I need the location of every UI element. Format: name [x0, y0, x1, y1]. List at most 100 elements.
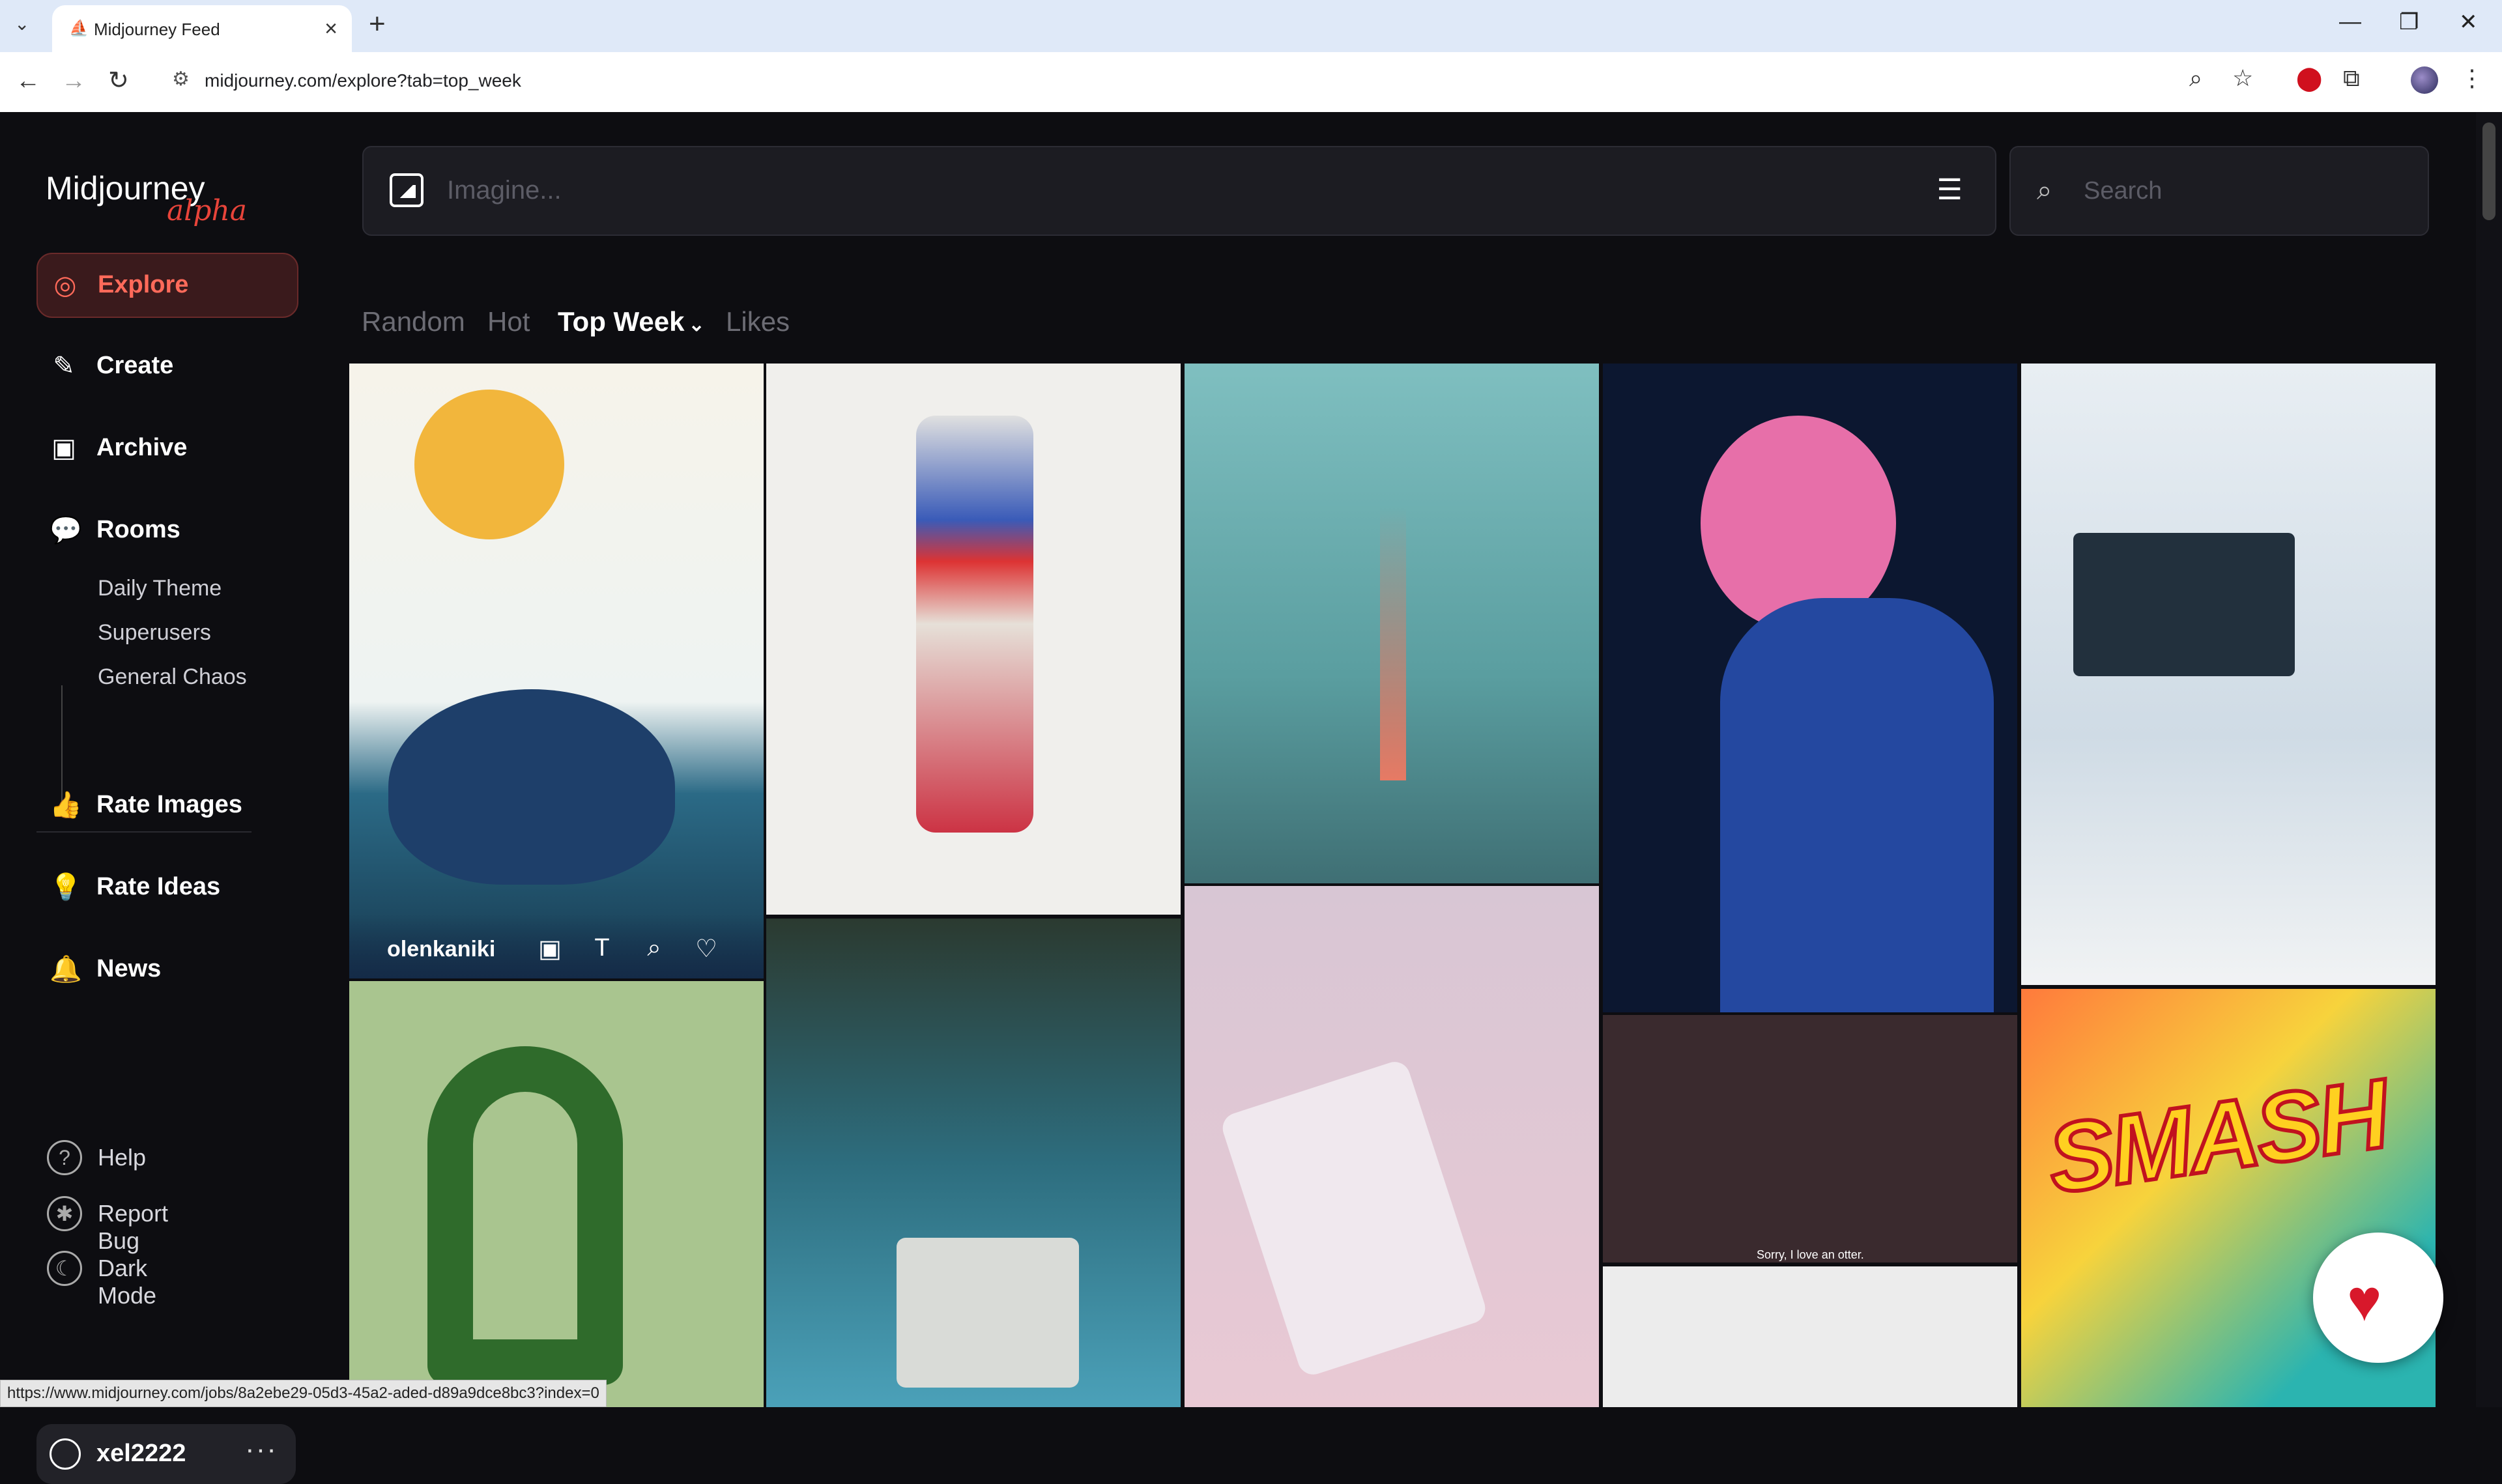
back-icon[interactable]: ←	[16, 66, 40, 95]
bug-icon: ✱	[47, 1196, 82, 1231]
extensions-icon[interactable]: ⧉	[2343, 65, 2360, 91]
robot-shape	[916, 416, 1033, 833]
help-label: Help	[98, 1144, 147, 1171]
nav-archive-label: Archive	[96, 434, 188, 461]
restore-icon[interactable]: ❐	[2399, 9, 2419, 35]
feed-image-skeleton[interactable]	[1603, 364, 2017, 1012]
filter-top-week[interactable]: Top Week ⌄	[558, 306, 705, 337]
search-icon: ⌕	[2037, 175, 2052, 205]
user-avatar-icon	[50, 1438, 81, 1470]
link-status-bar: https://www.midjourney.com/jobs/8a2ebe29…	[0, 1380, 607, 1407]
tab-favicon-icon: ⛵	[69, 20, 89, 37]
feed-image-fog-city[interactable]	[1185, 364, 1599, 883]
extension-opera-icon[interactable]: ⬤	[2296, 65, 2322, 91]
help-icon: ?	[47, 1140, 82, 1175]
more-options-icon[interactable]: ···	[245, 1433, 278, 1466]
tv-shape	[897, 1238, 1079, 1388]
filter-hot[interactable]: Hot	[487, 306, 530, 337]
room-daily-theme[interactable]: Daily Theme	[98, 576, 222, 601]
tab-search-icon[interactable]: ⌄	[14, 13, 29, 35]
moon-icon: ☾	[47, 1251, 82, 1286]
add-image-icon[interactable]	[390, 173, 424, 207]
filter-likes[interactable]: Likes	[726, 306, 790, 337]
feed-image-desk[interactable]	[2021, 364, 2436, 985]
bookmark-star-icon[interactable]: ☆	[2232, 65, 2253, 91]
image-icon: ▣	[51, 434, 76, 463]
close-tab-icon[interactable]: ×	[324, 16, 338, 42]
thumbs-up-icon: 👍	[50, 791, 82, 820]
nav-rate-ideas-label: Rate Ideas	[96, 873, 221, 900]
light-beam-shape	[1380, 507, 1406, 780]
use-prompt-icon[interactable]: T	[588, 934, 616, 962]
feed-image-pool-tvs[interactable]	[766, 919, 1181, 1407]
tab-title: Midjourney Feed	[94, 20, 220, 39]
image-hover-bar: olenkaniki ▣ T ⌕ ♡	[349, 913, 764, 978]
brush-icon: ✎	[53, 352, 75, 380]
user-menu[interactable]: xel2222 ···	[36, 1424, 296, 1484]
search-similar-icon[interactable]: ⌕	[640, 934, 669, 962]
forward-icon[interactable]: →	[61, 66, 86, 95]
smash-text: SMASH	[2039, 1057, 2395, 1216]
nav-rooms-label: Rooms	[96, 516, 180, 543]
feed-image-watermelon[interactable]	[349, 981, 764, 1407]
nav-explore[interactable]: ◎ Explore	[36, 253, 298, 318]
dark-mode-label: Dark Mode	[98, 1255, 157, 1309]
page-scrollbar-track	[2476, 112, 2502, 1407]
monitor-shape	[2073, 533, 2295, 676]
nav-create-label: Create	[96, 352, 174, 379]
chat-icon: 💬	[50, 516, 82, 545]
compass-icon: ◎	[53, 271, 77, 300]
feed-image-gundam[interactable]	[766, 364, 1181, 915]
imagine-input[interactable]: Imagine... ☰	[362, 146, 1996, 236]
nav-rate-images-label: Rate Images	[96, 791, 242, 818]
feed-image-gameboy[interactable]	[1185, 886, 1599, 1407]
like-heart-icon[interactable]: ♡	[692, 934, 721, 963]
sidebar: Midjourney alpha ◎ Explore ✎ Create ▣ Ar…	[0, 112, 326, 1484]
nav-rooms[interactable]: 💬 Rooms	[36, 499, 296, 562]
bell-icon: 🔔	[50, 955, 82, 984]
browser-toolbar: ← → ↻ ⚙ midjourney.com/explore?tab=top_w…	[0, 52, 2502, 112]
nav-create[interactable]: ✎ Create	[36, 335, 296, 397]
zoom-icon[interactable]: ⌕	[2189, 65, 2202, 91]
whale-shape	[388, 689, 675, 885]
lightbulb-icon: 💡	[50, 873, 82, 902]
site-info-icon[interactable]: ⚙	[172, 68, 190, 91]
floating-heart-button[interactable]: ♥	[2313, 1233, 2443, 1363]
minimize-icon[interactable]: —	[2339, 9, 2361, 35]
address-url: midjourney.com/explore?tab=top_week	[205, 70, 521, 91]
address-bar[interactable]: ⚙ midjourney.com/explore?tab=top_week	[156, 59, 2476, 104]
feed-image-paper[interactable]	[1603, 1266, 2017, 1407]
room-general-chaos[interactable]: General Chaos	[98, 664, 247, 690]
feed-image-whale[interactable]: olenkaniki ▣ T ⌕ ♡	[349, 364, 764, 978]
alpha-badge: alpha	[167, 194, 248, 227]
meme-caption: Sorry, I love an otter.	[1757, 1248, 1864, 1261]
settings-sliders-icon[interactable]: ☰	[1937, 176, 1963, 205]
report-bug-label: Report Bug	[98, 1200, 169, 1254]
search-placeholder: Search	[2084, 177, 2163, 205]
nav-rate-ideas[interactable]: 💡 Rate Ideas	[36, 856, 296, 919]
image-author[interactable]: olenkaniki	[387, 937, 495, 962]
nav-explore-label: Explore	[98, 271, 189, 298]
nav-rate-images[interactable]: 👍 Rate Images	[36, 774, 296, 836]
profile-avatar[interactable]	[2411, 66, 2438, 94]
search-input[interactable]: ⌕ Search	[2009, 146, 2429, 236]
tab-strip: ⌄ ⛵ Midjourney Feed × + — ❐ ✕	[0, 0, 2502, 52]
nav-news-label: News	[96, 955, 162, 982]
gameboy-shape	[1218, 1057, 1489, 1379]
page-scrollbar-thumb[interactable]	[2482, 122, 2495, 220]
filter-random[interactable]: Random	[362, 306, 465, 337]
browser-chrome: ⌄ ⛵ Midjourney Feed × + — ❐ ✕ ← → ↻ ⚙ mi…	[0, 0, 2502, 112]
new-tab-icon[interactable]: +	[369, 8, 386, 40]
nav-archive[interactable]: ▣ Archive	[36, 417, 296, 479]
browser-tab[interactable]: ⛵ Midjourney Feed ×	[52, 5, 352, 52]
sun-shape	[414, 390, 564, 539]
reload-icon[interactable]: ↻	[108, 66, 129, 95]
room-superusers[interactable]: Superusers	[98, 620, 211, 646]
use-image-icon[interactable]: ▣	[536, 934, 564, 963]
filter-top-week-label: Top Week	[558, 306, 685, 337]
username: xel2222	[96, 1440, 186, 1467]
close-window-icon[interactable]: ✕	[2459, 9, 2478, 35]
feed-image-otter-meme[interactable]: Sorry, I love an otter.	[1603, 1015, 2017, 1263]
nav-news[interactable]: 🔔 News	[36, 938, 296, 1001]
browser-menu-icon[interactable]: ⋮	[2460, 65, 2484, 91]
